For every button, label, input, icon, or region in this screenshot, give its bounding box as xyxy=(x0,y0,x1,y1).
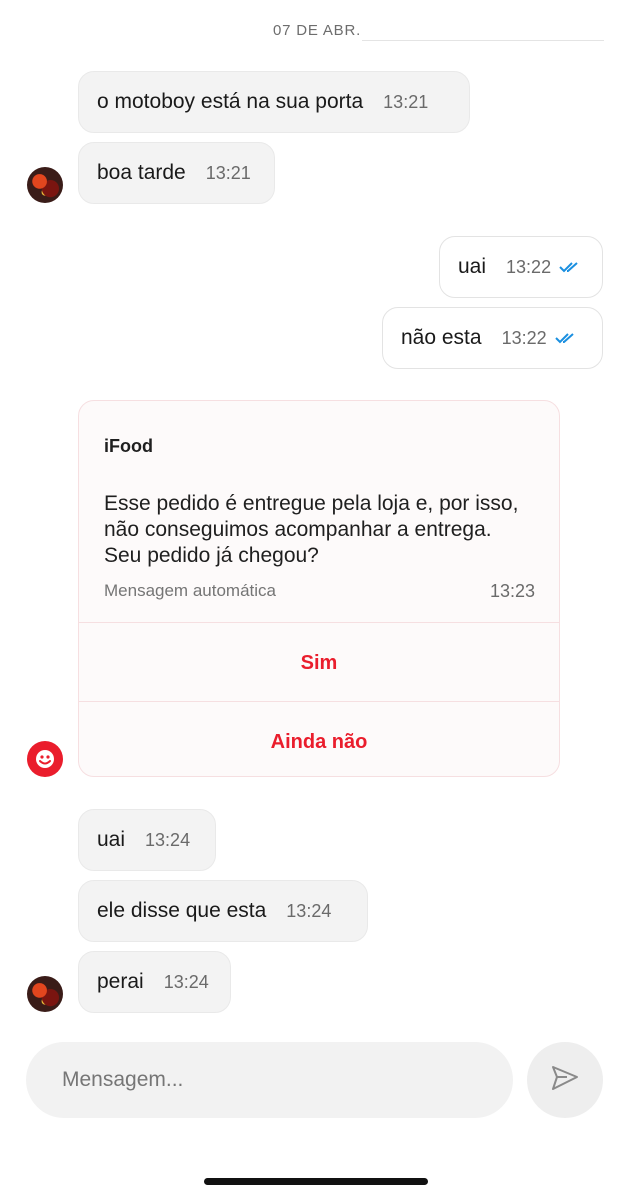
date-divider xyxy=(362,40,604,41)
option-yes-button[interactable]: Sim xyxy=(79,622,559,703)
message-incoming[interactable]: o motoboy está na sua porta 13:21 xyxy=(78,71,470,133)
message-outgoing[interactable]: não esta 13:22 xyxy=(382,307,603,369)
automatic-message-label: Mensagem automática xyxy=(104,581,276,600)
message-outgoing[interactable]: uai 13:22 xyxy=(439,236,603,298)
message-text: boa tarde xyxy=(97,161,186,184)
message-input[interactable] xyxy=(60,1067,513,1093)
card-time: 13:23 xyxy=(489,581,535,601)
message-time: 13:21 xyxy=(383,91,429,112)
message-incoming[interactable]: ele disse que esta 13:24 xyxy=(78,880,368,942)
card-message-text: Esse pedido é entregue pela loja e, por … xyxy=(104,492,519,567)
message-text: não esta xyxy=(401,326,482,349)
message-incoming[interactable]: uai 13:24 xyxy=(78,809,216,871)
card-sender: iFood xyxy=(104,436,153,456)
contact-avatar[interactable] xyxy=(27,167,63,203)
date-separator: 07 DE ABR. xyxy=(0,22,630,42)
message-time: 13:21 xyxy=(205,162,251,183)
message-incoming[interactable]: perai 13:24 xyxy=(78,951,231,1013)
date-label: 07 DE ABR. xyxy=(273,22,362,39)
message-text: perai xyxy=(97,970,144,993)
send-button[interactable] xyxy=(527,1042,603,1118)
message-time: 13:22 xyxy=(506,256,552,277)
double-check-icon xyxy=(554,332,577,344)
message-text: o motoboy está na sua porta xyxy=(97,90,364,113)
message-time: 13:24 xyxy=(163,971,209,992)
message-input-container[interactable] xyxy=(26,1042,513,1118)
message-time: 13:24 xyxy=(145,829,191,850)
message-time: 13:22 xyxy=(501,327,547,348)
send-icon xyxy=(549,1062,581,1099)
message-text: ele disse que esta xyxy=(97,899,267,922)
double-check-icon xyxy=(559,261,581,273)
ifood-message-card: iFood Esse pedido é entregue pela loja e… xyxy=(78,400,560,777)
ifood-logo-icon xyxy=(27,741,63,777)
option-not-yet-button[interactable]: Ainda não xyxy=(79,701,559,776)
home-indicator xyxy=(204,1178,428,1185)
message-time: 13:24 xyxy=(286,900,332,921)
contact-avatar[interactable] xyxy=(27,976,63,1012)
message-incoming[interactable]: boa tarde 13:21 xyxy=(78,142,275,204)
message-text: uai xyxy=(97,828,126,851)
message-text: uai xyxy=(458,255,487,278)
